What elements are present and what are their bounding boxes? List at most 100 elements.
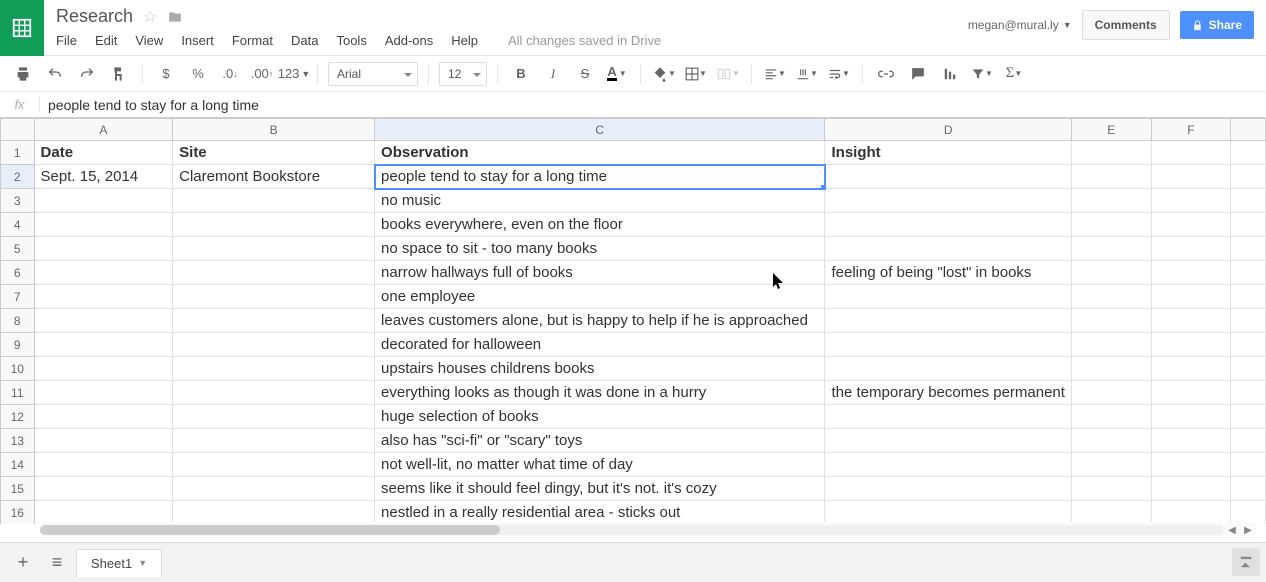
col-A[interactable]: A xyxy=(34,119,173,141)
row-5[interactable]: 5 xyxy=(1,237,35,261)
sheet-tab-1[interactable]: Sheet1 ▼ xyxy=(76,549,162,577)
cell[interactable] xyxy=(1231,189,1266,213)
font-size-select[interactable]: 12 xyxy=(439,62,487,86)
user-menu[interactable]: megan@mural.ly ▼ xyxy=(968,18,1072,32)
cell[interactable] xyxy=(1151,381,1231,405)
row-8[interactable]: 8 xyxy=(1,309,35,333)
cell-C14[interactable]: not well-lit, no matter what time of day xyxy=(375,453,825,477)
cell-B5[interactable] xyxy=(173,237,375,261)
col-C[interactable]: C xyxy=(375,119,825,141)
cell[interactable] xyxy=(1151,405,1231,429)
cell-A1[interactable]: Date xyxy=(34,141,173,165)
cell-A8[interactable] xyxy=(34,309,173,333)
cell[interactable] xyxy=(1071,381,1151,405)
undo-icon[interactable] xyxy=(42,61,68,87)
col-extra[interactable] xyxy=(1231,119,1266,141)
cell[interactable] xyxy=(1231,477,1266,501)
cell[interactable] xyxy=(1151,237,1231,261)
cell-B7[interactable] xyxy=(173,285,375,309)
cell-A16[interactable] xyxy=(34,501,173,525)
cell-B15[interactable] xyxy=(173,477,375,501)
scrollbar-thumb[interactable] xyxy=(40,525,500,535)
cell-F2[interactable] xyxy=(1151,165,1231,189)
cell-B6[interactable] xyxy=(173,261,375,285)
cell-D1[interactable]: Insight xyxy=(825,141,1071,165)
cell-D11[interactable]: the temporary becomes permanent xyxy=(825,381,1071,405)
cell-D4[interactable] xyxy=(825,213,1071,237)
cell-B12[interactable] xyxy=(173,405,375,429)
cell-D9[interactable] xyxy=(825,333,1071,357)
functions-icon[interactable]: Σ▼ xyxy=(1001,61,1027,87)
cell[interactable] xyxy=(1151,261,1231,285)
cell-D14[interactable] xyxy=(825,453,1071,477)
cell-A3[interactable] xyxy=(34,189,173,213)
cell-A7[interactable] xyxy=(34,285,173,309)
cell[interactable] xyxy=(1071,213,1151,237)
cell[interactable] xyxy=(1231,285,1266,309)
row-11[interactable]: 11 xyxy=(1,381,35,405)
doc-title[interactable]: Research xyxy=(56,6,133,27)
row-9[interactable]: 9 xyxy=(1,333,35,357)
cell[interactable] xyxy=(1231,429,1266,453)
cell-D7[interactable] xyxy=(825,285,1071,309)
spreadsheet-grid[interactable]: A B C D E F 1 Date Site Observation Insi… xyxy=(0,118,1266,524)
cell-D3[interactable] xyxy=(825,189,1071,213)
cell[interactable] xyxy=(1151,309,1231,333)
cell[interactable] xyxy=(1231,237,1266,261)
cell-B8[interactable] xyxy=(173,309,375,333)
cell[interactable] xyxy=(1231,405,1266,429)
format-currency[interactable]: $ xyxy=(153,61,179,87)
menu-tools[interactable]: Tools xyxy=(336,33,366,48)
row-16[interactable]: 16 xyxy=(1,501,35,525)
menu-insert[interactable]: Insert xyxy=(181,33,214,48)
cell-D6[interactable]: feeling of being "lost" in books xyxy=(825,261,1071,285)
menu-help[interactable]: Help xyxy=(451,33,478,48)
formula-input[interactable] xyxy=(40,97,1266,113)
cell-C10[interactable]: upstairs houses childrens books xyxy=(375,357,825,381)
menu-file[interactable]: File xyxy=(56,33,77,48)
app-icon[interactable] xyxy=(0,0,44,56)
borders-icon[interactable]: ▼ xyxy=(683,61,709,87)
cell[interactable] xyxy=(1071,237,1151,261)
cell[interactable] xyxy=(1231,141,1266,165)
col-F[interactable]: F xyxy=(1151,119,1231,141)
cell-E1[interactable] xyxy=(1071,141,1151,165)
cell[interactable] xyxy=(1231,309,1266,333)
comments-button[interactable]: Comments xyxy=(1082,10,1170,40)
cell-C3[interactable]: no music xyxy=(375,189,825,213)
cell-B14[interactable] xyxy=(173,453,375,477)
cell-C13[interactable]: also has "sci-fi" or "scary" toys xyxy=(375,429,825,453)
cell-C12[interactable]: huge selection of books xyxy=(375,405,825,429)
cell[interactable] xyxy=(1231,213,1266,237)
cell-F1[interactable] xyxy=(1151,141,1231,165)
cell-B13[interactable] xyxy=(173,429,375,453)
cell[interactable] xyxy=(1231,357,1266,381)
cell-B1[interactable]: Site xyxy=(173,141,375,165)
cell[interactable] xyxy=(1151,477,1231,501)
cell[interactable] xyxy=(1151,213,1231,237)
cell[interactable] xyxy=(1071,309,1151,333)
cell-A2[interactable]: Sept. 15, 2014 xyxy=(34,165,173,189)
scrollbar-track[interactable] xyxy=(40,525,1224,535)
cell[interactable] xyxy=(1151,453,1231,477)
menu-format[interactable]: Format xyxy=(232,33,273,48)
cell-C1[interactable]: Observation xyxy=(375,141,825,165)
fill-color-icon[interactable]: ▼ xyxy=(651,61,677,87)
cell-C9[interactable]: decorated for halloween xyxy=(375,333,825,357)
select-all-corner[interactable] xyxy=(1,119,35,141)
cell-A4[interactable] xyxy=(34,213,173,237)
cell-C5[interactable]: no space to sit - too many books xyxy=(375,237,825,261)
bold-button[interactable]: B xyxy=(508,61,534,87)
horizontal-scrollbar[interactable]: ◀ ▶ xyxy=(40,522,1256,538)
cell-A14[interactable] xyxy=(34,453,173,477)
row-1[interactable]: 1 xyxy=(1,141,35,165)
cell[interactable] xyxy=(1231,261,1266,285)
menu-view[interactable]: View xyxy=(135,33,163,48)
decrease-decimal[interactable]: .0↓ xyxy=(217,61,243,87)
menu-addons[interactable]: Add-ons xyxy=(385,33,433,48)
row-15[interactable]: 15 xyxy=(1,477,35,501)
cell-C16[interactable]: nestled in a really residential area - s… xyxy=(375,501,825,525)
col-D[interactable]: D xyxy=(825,119,1071,141)
italic-button[interactable]: I xyxy=(540,61,566,87)
row-14[interactable]: 14 xyxy=(1,453,35,477)
